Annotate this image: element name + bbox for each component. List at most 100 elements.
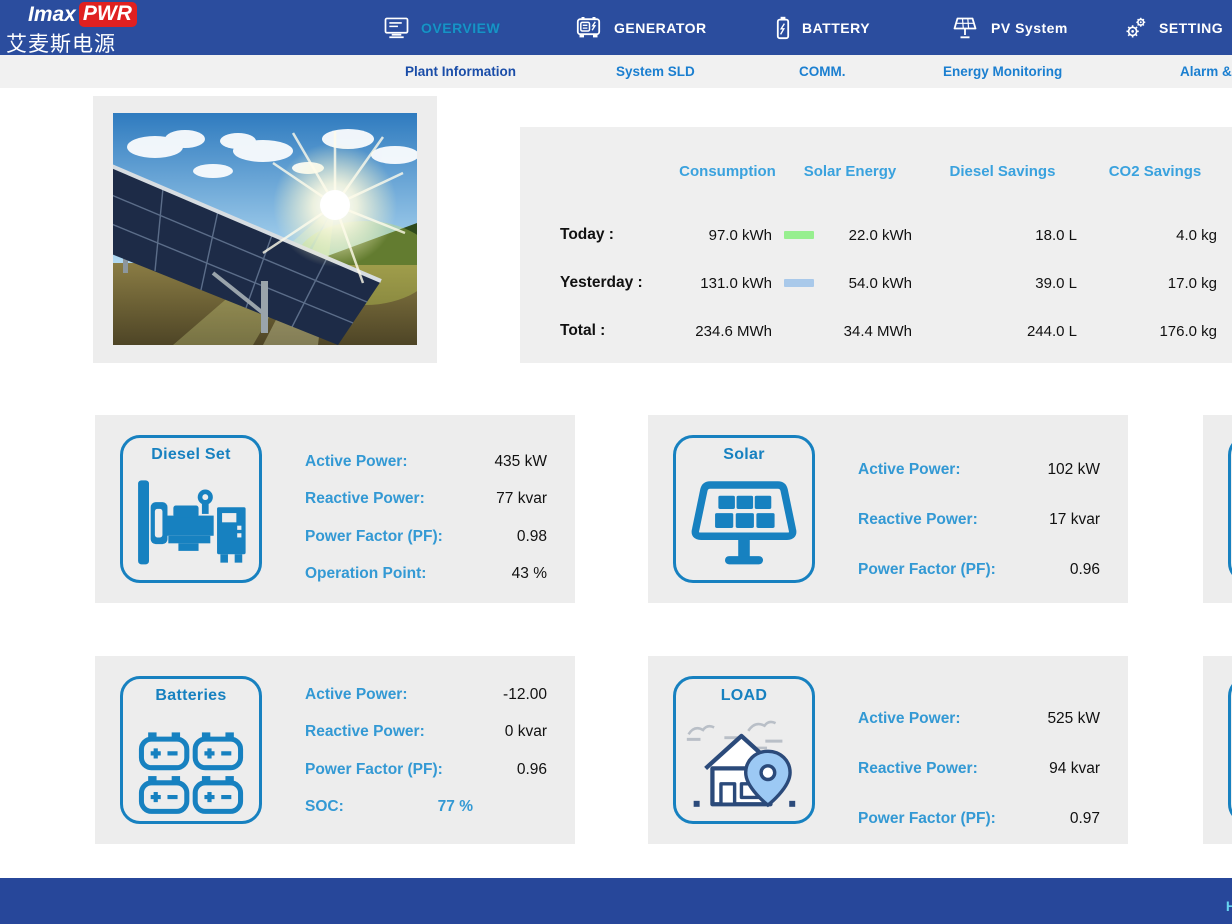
partial-card-row1 [1203, 415, 1232, 603]
load-stats: Active Power: 525 kW Reactive Power: 94 kv… [858, 656, 1100, 844]
generator-icon [575, 16, 602, 39]
nav-label-pv-system: PV System [991, 20, 1068, 36]
solar-iconbox: Solar [673, 435, 815, 583]
stat-value: 525 kW [1047, 710, 1100, 728]
stat-value: 54.0 kWh [780, 275, 920, 292]
battery-icon [776, 16, 790, 40]
energy-stats-panel: Consumption Solar Energy Diesel Savings … [520, 127, 1232, 363]
stat-value: 0.96 [517, 761, 547, 779]
gears-icon [1124, 16, 1147, 40]
stat-value: 176.0 kg [1085, 323, 1225, 340]
stat-value: 4.0 kg [1085, 227, 1225, 244]
subnav-item-system-sld[interactable]: System SLD [616, 55, 695, 88]
card-title-solar: Solar [676, 446, 812, 464]
footer-bar: H [0, 878, 1232, 924]
stat-label: Reactive Power: [305, 490, 425, 508]
stat-label: Power Factor (PF): [858, 561, 996, 579]
stat-value: 97.0 kWh [675, 227, 780, 244]
stat-label: Active Power: [305, 686, 408, 704]
stat-value: 102 kW [1047, 461, 1100, 479]
col-header-solar-energy: Solar Energy [780, 163, 920, 193]
subnav-item-alarm[interactable]: Alarm & E [1180, 55, 1232, 88]
load-iconbox: LOAD [673, 676, 815, 824]
stat-label: Operation Point: [305, 565, 426, 583]
row-label-today: Today : [560, 226, 675, 244]
plant-photo-card [93, 96, 437, 363]
stat-value: 244.0 L [920, 323, 1085, 340]
brand-pwr-badge: PWR [79, 2, 137, 27]
nav-item-pv-system[interactable]: PV System [951, 0, 1068, 55]
brand-subtitle: 艾麦斯电源 [6, 28, 137, 58]
stat-value: 17.0 kg [1085, 275, 1225, 292]
stat-label: Active Power: [858, 461, 961, 479]
stat-label: Power Factor (PF): [858, 810, 996, 828]
stat-label: Reactive Power: [858, 511, 978, 529]
stat-value: 77 kvar [496, 490, 547, 508]
stat-label: SOC: [305, 798, 344, 816]
stat-value: 0.96 [1070, 561, 1100, 579]
diesel-set-iconbox: Diesel Set [120, 435, 262, 583]
solar-card: Solar Active Power: 102 kW Reactive Power… [648, 415, 1128, 603]
row-label-yesterday: Yesterday : [560, 274, 675, 292]
col-header-diesel-savings: Diesel Savings [920, 163, 1085, 193]
solar-stats: Active Power: 102 kW Reactive Power: 17 kv… [858, 415, 1100, 595]
energy-stats-table: Consumption Solar Energy Diesel Savings … [560, 163, 1225, 355]
top-nav-bar: Imax PWR 艾麦斯电源 OVERVIEW [0, 0, 1232, 55]
stat-value: 22.0 kWh [780, 227, 920, 244]
col-header-consumption: Consumption [675, 163, 780, 193]
stat-value: -12.00 [503, 686, 547, 704]
dashboard-page: Imax PWR 艾麦斯电源 OVERVIEW [0, 0, 1232, 924]
partial-iconbox [1228, 435, 1232, 583]
stat-value: 43 % [512, 565, 547, 583]
nav-label-generator: GENERATOR [614, 20, 707, 36]
solar-field-photo [113, 113, 417, 345]
stat-label: Active Power: [858, 710, 961, 728]
batteries-stats: Active Power: -12.00 Reactive Power: 0 kva… [305, 656, 547, 826]
nav-label-battery: BATTERY [802, 20, 870, 36]
partial-card-row2 [1203, 656, 1232, 844]
card-title-batteries: Batteries [123, 687, 259, 705]
card-title-load: LOAD [676, 687, 812, 705]
subnav-item-energy-monitoring[interactable]: Energy Monitoring [943, 55, 1062, 88]
footer-partial-text: H [1226, 898, 1232, 914]
stat-label: Reactive Power: [858, 760, 978, 778]
nav-label-setting: SETTING [1159, 20, 1223, 36]
brand-logo: Imax PWR 艾麦斯电源 [6, 2, 137, 58]
stat-value: 435 kW [494, 453, 547, 471]
partial-iconbox [1228, 676, 1232, 824]
stat-value: 0 kvar [505, 723, 547, 741]
nav-label-overview: OVERVIEW [421, 20, 500, 36]
nav-item-generator[interactable]: GENERATOR [575, 0, 707, 55]
stat-value: 17 kvar [1049, 511, 1100, 529]
stat-value: 94 kvar [1049, 760, 1100, 778]
stat-value: 0.98 [517, 528, 547, 546]
diesel-set-card: Diesel Set [95, 415, 575, 603]
card-title-diesel-set: Diesel Set [123, 446, 259, 464]
stat-label: Power Factor (PF): [305, 528, 443, 546]
batteries-iconbox: Batteries [120, 676, 262, 824]
stat-value: 18.0 L [920, 227, 1085, 244]
stat-value: 0.97 [1070, 810, 1100, 828]
stat-value: 39.0 L [920, 275, 1085, 292]
monitor-icon [384, 17, 409, 39]
brand-imax: Imax [28, 3, 76, 27]
soc-value: 77 % [438, 798, 473, 816]
nav-item-setting[interactable]: SETTING [1124, 0, 1223, 55]
stat-label: Reactive Power: [305, 723, 425, 741]
batteries-card: Batteries [95, 656, 575, 844]
stat-value: 234.6 MWh [675, 323, 780, 340]
sub-nav-bar: Plant Information System SLD COMM. Energ… [0, 55, 1232, 88]
col-header-co2-savings: CO2 Savings [1085, 163, 1225, 193]
subnav-item-plant-information[interactable]: Plant Information [405, 55, 516, 88]
nav-item-battery[interactable]: BATTERY [776, 0, 870, 55]
pv-panel-icon [951, 16, 979, 40]
load-card: LOAD [648, 656, 1128, 844]
stat-label: Power Factor (PF): [305, 761, 443, 779]
diesel-set-stats: Active Power: 435 kW Reactive Power: 77 kv… [305, 415, 547, 593]
stat-value: 131.0 kWh [675, 275, 780, 292]
stat-label: Active Power: [305, 453, 408, 471]
subnav-item-comm[interactable]: COMM. [799, 55, 846, 88]
nav-item-overview[interactable]: OVERVIEW [384, 0, 500, 55]
stat-value: 34.4 MWh [780, 323, 920, 340]
row-label-total: Total : [560, 322, 675, 340]
